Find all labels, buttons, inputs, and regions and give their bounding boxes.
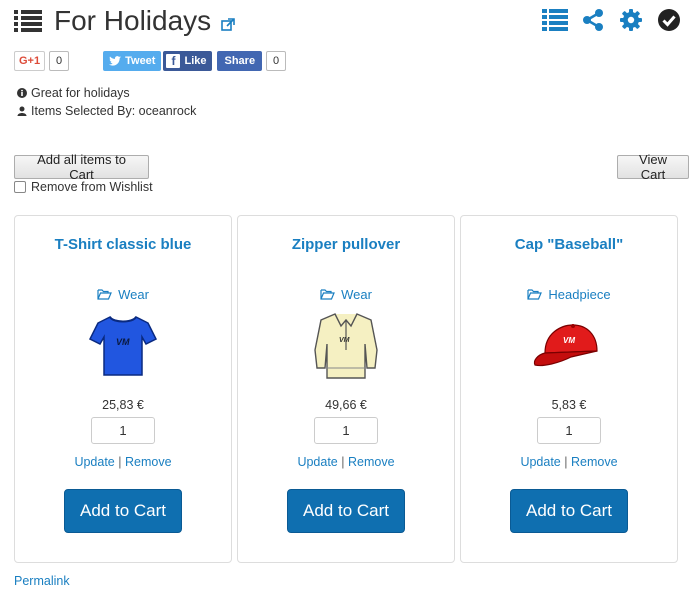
product-category[interactable]: Wear — [15, 287, 231, 302]
product-image-cap[interactable]: VM — [461, 308, 677, 384]
product-card: Cap "Baseball" Headpiece VM 5,83 € Updat… — [460, 215, 678, 563]
link-separator: | — [341, 455, 345, 469]
link-separator: | — [118, 455, 122, 469]
add-to-cart-button[interactable]: Add to Cart — [510, 489, 628, 533]
page-title: For Holidays — [54, 5, 212, 36]
external-link-icon[interactable] — [221, 18, 235, 32]
remove-link[interactable]: Remove — [125, 455, 172, 469]
facebook-like-button[interactable]: f Like — [163, 51, 213, 71]
view-cart-button[interactable]: View Cart — [617, 152, 689, 182]
link-separator: | — [564, 455, 568, 469]
product-actions: Update | Remove — [238, 455, 454, 469]
svg-text:VM: VM — [116, 337, 130, 347]
quantity-input[interactable] — [91, 417, 155, 444]
facebook-icon: f — [166, 54, 181, 68]
description-row: Great for holidays — [17, 84, 196, 102]
product-category[interactable]: Wear — [238, 287, 454, 302]
google-plus-button[interactable]: G+1 — [14, 51, 46, 71]
product-image-pullover[interactable]: VM — [238, 308, 454, 384]
product-category-label[interactable]: Wear — [118, 287, 149, 302]
product-name[interactable]: Cap "Baseball" — [461, 236, 677, 253]
user-icon — [17, 106, 27, 116]
remove-from-wishlist-label: Remove from Wishlist — [31, 180, 153, 194]
svg-text:VM: VM — [563, 336, 575, 345]
quantity-input[interactable] — [537, 417, 601, 444]
info-icon — [17, 88, 27, 98]
product-card: T-Shirt classic blue Wear VM 25,83 € Upd… — [14, 215, 232, 563]
permalink-link[interactable]: Permalink — [14, 574, 70, 588]
remove-link[interactable]: Remove — [571, 455, 618, 469]
selected-by-row: Items Selected By: oceanrock — [17, 102, 196, 120]
add-all-to-cart-button[interactable]: Add all items to Cart — [14, 152, 149, 182]
update-link[interactable]: Update — [74, 455, 114, 469]
add-to-cart-button[interactable]: Add to Cart — [64, 489, 182, 533]
quantity-input[interactable] — [314, 417, 378, 444]
add-to-cart-button[interactable]: Add to Cart — [287, 489, 405, 533]
list-icon — [14, 10, 42, 32]
facebook-share-button[interactable]: Share — [217, 51, 263, 71]
check-circle-icon[interactable] — [655, 6, 683, 34]
tweet-label: Tweet — [125, 55, 156, 67]
update-link[interactable]: Update — [297, 455, 337, 469]
remove-from-wishlist-option[interactable]: Remove from Wishlist — [14, 180, 153, 194]
folder-open-icon — [527, 289, 543, 300]
remove-link[interactable]: Remove — [348, 455, 395, 469]
product-name[interactable]: T-Shirt classic blue — [15, 236, 231, 253]
wishlist-description: Great for holidays — [31, 86, 130, 100]
folder-open-icon — [320, 289, 335, 300]
like-label: Like — [184, 55, 207, 67]
product-actions: Update | Remove — [461, 455, 677, 469]
svg-text:VM: VM — [339, 337, 350, 344]
product-image-tshirt[interactable]: VM — [15, 308, 231, 384]
google-plus-count: 0 — [49, 51, 70, 71]
product-card: Zipper pullover Wear VM 49,66 € Update |… — [237, 215, 455, 563]
product-category-label[interactable]: Wear — [341, 287, 372, 302]
tweet-button[interactable]: Tweet — [103, 51, 162, 71]
social-share-bar: G+1 0 Tweet f Like Share 0 — [14, 51, 287, 71]
share-icon[interactable] — [579, 6, 607, 34]
page-header: For Holidays — [14, 4, 235, 38]
wishlist-info: Great for holidays Items Selected By: oc… — [17, 84, 196, 120]
facebook-share-count: 0 — [266, 51, 287, 71]
product-category-label[interactable]: Headpiece — [548, 287, 610, 302]
product-category[interactable]: Headpiece — [461, 287, 677, 302]
product-price: 25,83 € — [102, 398, 144, 412]
remove-from-wishlist-checkbox[interactable] — [14, 181, 26, 193]
product-price: 5,83 € — [551, 398, 587, 412]
product-name[interactable]: Zipper pullover — [238, 236, 454, 253]
toolbar — [541, 6, 683, 34]
gear-icon[interactable] — [617, 6, 645, 34]
product-actions: Update | Remove — [15, 455, 231, 469]
product-price: 49,66 € — [325, 398, 367, 412]
folder-open-icon — [97, 289, 112, 300]
update-link[interactable]: Update — [520, 455, 560, 469]
selected-by-text: Items Selected By: oceanrock — [31, 104, 197, 118]
twitter-bird-icon — [109, 56, 122, 66]
list-view-icon[interactable] — [541, 6, 569, 34]
